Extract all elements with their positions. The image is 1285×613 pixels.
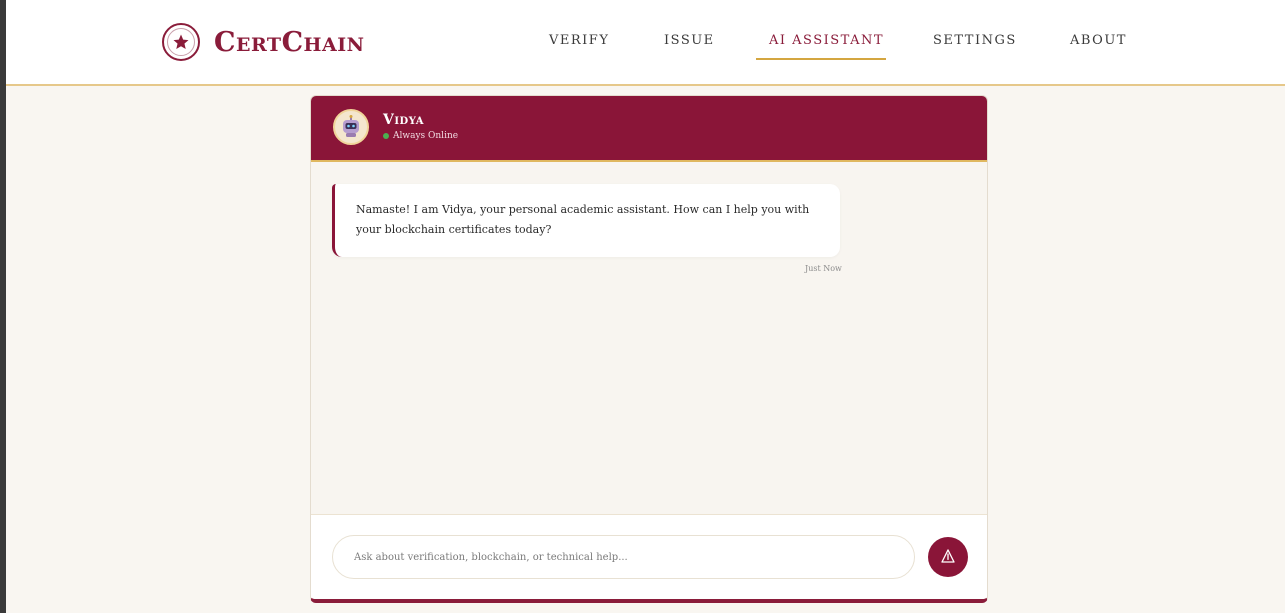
chat-window: Vidya Always Online Namaste! I am Vidya,… xyxy=(310,95,988,603)
nav-issue[interactable]: ISSUE xyxy=(664,33,715,48)
message-composer xyxy=(311,514,987,599)
assistant-name: Vidya xyxy=(383,112,424,128)
active-tab-indicator xyxy=(756,58,886,60)
message-input[interactable] xyxy=(332,535,915,579)
star-seal-icon xyxy=(162,23,200,61)
status-text: Always Online xyxy=(393,131,459,141)
message-timestamp: Just Now xyxy=(805,264,842,273)
assistant-message: Namaste! I am Vidya, your personal acade… xyxy=(332,184,840,257)
nav-settings[interactable]: SETTINGS xyxy=(933,33,1017,48)
send-arrow-icon xyxy=(940,548,956,567)
robot-icon xyxy=(333,109,369,145)
window-edge xyxy=(0,0,6,613)
brand-name: CertChain xyxy=(214,26,365,58)
message-text: Namaste! I am Vidya, your personal acade… xyxy=(356,203,810,236)
online-dot-icon xyxy=(383,133,389,139)
top-navbar: CertChain VERIFY ISSUE AI ASSISTANT SETT… xyxy=(6,0,1285,86)
nav-verify[interactable]: VERIFY xyxy=(549,33,609,48)
chat-header: Vidya Always Online xyxy=(311,96,987,162)
nav-about[interactable]: ABOUT xyxy=(1070,33,1127,48)
send-button[interactable] xyxy=(928,537,968,577)
nav-ai-assistant[interactable]: AI ASSISTANT xyxy=(769,33,884,48)
brand[interactable]: CertChain xyxy=(162,23,365,61)
online-status: Always Online xyxy=(383,131,458,141)
